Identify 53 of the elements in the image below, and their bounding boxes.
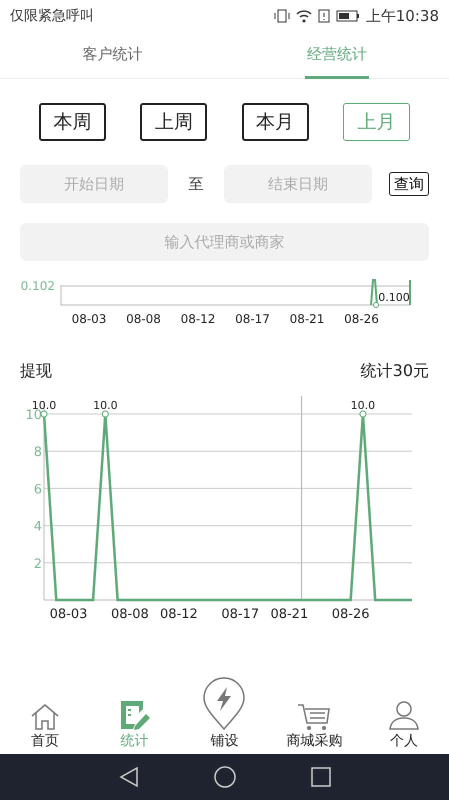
y-tick-label: 2 — [34, 556, 42, 572]
nav-item[interactable]: 商城采购 — [286, 732, 342, 750]
y-tick-label: 10 — [25, 408, 42, 423]
x-axis-label: 08-03 — [72, 312, 106, 326]
y-tick-label: 6 — [34, 482, 42, 498]
battery-icon — [336, 10, 360, 22]
x-axis-label: 08-12 — [180, 312, 216, 326]
end-date-field[interactable]: 结束日期 — [224, 165, 372, 203]
x-axis-label: 08-21 — [290, 312, 324, 326]
nav-item[interactable]: 首页 — [30, 732, 59, 750]
vibrate-icon — [274, 9, 290, 23]
notepad-pencil-icon — [118, 699, 151, 731]
cart-icon — [297, 703, 332, 731]
start-date-field[interactable]: 开始日期 — [20, 165, 168, 203]
data-point — [40, 410, 48, 418]
tab[interactable]: 客户统计 — [80, 32, 144, 78]
lightning-pin-icon — [202, 677, 246, 731]
x-axis-label: 08-08 — [126, 312, 161, 326]
period-button[interactable]: 本周 — [39, 103, 106, 141]
y-tick-label: 4 — [34, 520, 42, 535]
x-tick-label: 08-21 — [270, 607, 308, 622]
home-circle-icon[interactable] — [214, 766, 236, 788]
data-label: 0.100 — [378, 291, 410, 304]
total-text: 统计30元 — [360, 361, 429, 382]
y-axis-label: 0.102 — [20, 279, 55, 293]
x-tick-label: 08-26 — [332, 607, 370, 622]
x-axis-label: 08-17 — [235, 312, 270, 326]
x-tick-label: 08-08 — [110, 607, 149, 622]
data-label: 10.0 — [350, 399, 376, 412]
wifi-icon — [296, 9, 312, 23]
recents-icon[interactable] — [310, 767, 330, 787]
x-axis-label: 08-26 — [344, 312, 379, 326]
nav-item[interactable]: 个人 — [390, 732, 418, 750]
period-button[interactable]: 上周 — [140, 103, 208, 141]
person-icon — [388, 699, 420, 731]
section-title: 提现 — [20, 361, 52, 382]
carrier-text: 仅限紧急呼叫 — [10, 7, 94, 25]
x-tick-label: 08-17 — [221, 607, 260, 622]
data-label: 10.0 — [93, 399, 118, 412]
x-tick-label: 08-12 — [160, 607, 198, 622]
search-field[interactable]: 输入代理商或商家 — [20, 223, 429, 261]
home-icon — [30, 703, 60, 731]
data-point — [359, 410, 366, 418]
clock-text: 上午10:38 — [366, 6, 439, 26]
period-button[interactable]: 本月 — [242, 103, 309, 141]
separator-text: 至 — [188, 174, 204, 194]
back-icon[interactable] — [118, 766, 138, 788]
nav-item[interactable]: 铺设 — [210, 732, 238, 750]
sim-alert-icon — [318, 9, 330, 23]
y-tick-label: 8 — [34, 445, 42, 460]
data-point — [102, 410, 109, 418]
query-button[interactable]: 查询 — [389, 172, 429, 196]
x-tick-label: 08-03 — [50, 607, 88, 622]
